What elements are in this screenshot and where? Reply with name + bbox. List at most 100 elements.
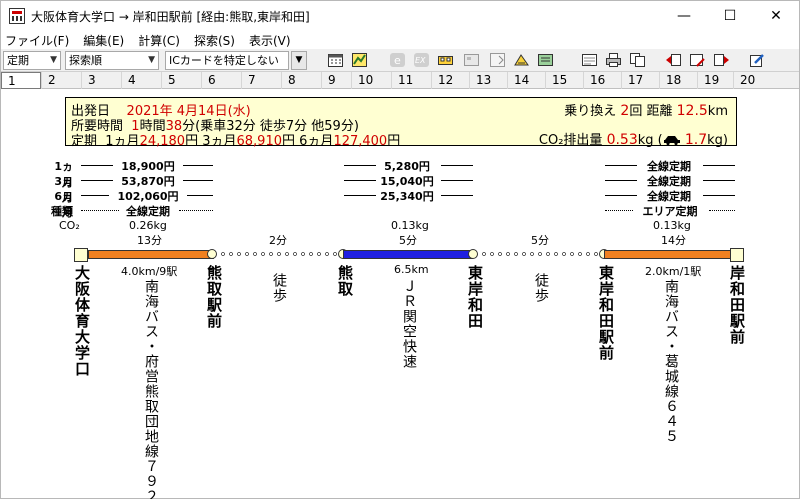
fare-dash: [605, 210, 633, 211]
fare-label-kind: 種類: [51, 205, 73, 218]
train-icon[interactable]: [437, 52, 454, 68]
ruler-cell[interactable]: 6: [201, 72, 241, 89]
ruler-cell[interactable]: 14: [507, 72, 545, 89]
close-button[interactable]: ✕: [753, 1, 799, 31]
ruler-cell[interactable]: 5: [161, 72, 201, 89]
ruler-cell[interactable]: 10: [351, 72, 391, 89]
ruler-cell[interactable]: 12: [431, 72, 469, 89]
station-origin[interactable]: 大阪体育大学口: [72, 265, 93, 377]
sort-value: 探索順: [69, 54, 102, 67]
menu-calc[interactable]: 計算(C): [138, 32, 180, 49]
map-icon[interactable]: [513, 52, 530, 68]
ruler-cell[interactable]: 9: [321, 72, 351, 89]
seg2-time: 5分: [399, 234, 417, 247]
fare-dash: [709, 210, 735, 211]
ruler-cell[interactable]: 16: [583, 72, 621, 89]
ic-card-icon[interactable]: [463, 52, 480, 68]
minimize-button[interactable]: —: [661, 1, 707, 31]
ruler-cell[interactable]: 7: [241, 72, 281, 89]
ruler-cell[interactable]: 19: [697, 72, 733, 89]
ic-card-dropdown-button[interactable]: ▼: [291, 51, 307, 70]
copy-icon[interactable]: [629, 52, 646, 68]
fare-dash: [183, 165, 213, 166]
ruler-cell[interactable]: 4: [121, 72, 161, 89]
back-icon[interactable]: [665, 52, 682, 68]
menu-view[interactable]: 表示(V): [249, 32, 291, 49]
walk2-time: 5分: [531, 234, 549, 247]
seg1-fare-1m: 18,900円: [121, 160, 175, 173]
ruler-cell-1[interactable]: 1: [1, 72, 41, 89]
rail-segment-bar: [343, 250, 473, 259]
fare-dash: [81, 210, 119, 211]
menu-file[interactable]: ファイル(F): [5, 32, 69, 49]
station-higashi-kishiwada-ekimae[interactable]: 東岸和田駅前: [596, 265, 617, 361]
fare-dash: [344, 180, 376, 181]
note-icon[interactable]: [537, 52, 554, 68]
ruler-cell[interactable]: 2: [41, 72, 81, 89]
ruler-cell[interactable]: 20: [733, 72, 799, 89]
maximize-button[interactable]: ☐: [707, 1, 753, 31]
line-bus-1[interactable]: 南海バス・府営熊取団地線７９２: [141, 279, 161, 499]
ic-card-select[interactable]: ICカードを特定しない: [165, 51, 289, 70]
ruler-cell[interactable]: 11: [391, 72, 431, 89]
seg2-fare-3m: 15,040円: [380, 175, 434, 188]
destination-stop-marker: [730, 248, 744, 262]
origin-stop-marker: [74, 248, 88, 262]
chevron-down-icon: ▼: [148, 55, 155, 65]
fare-dash: [344, 195, 376, 196]
walk-path: [480, 251, 600, 257]
distance-value: 12.5: [676, 103, 708, 119]
title-bar: 大阪体育大学口 → 岸和田駅前 [経由:熊取,東岸和田] — ☐ ✕: [1, 1, 799, 31]
menu-edit[interactable]: 編集(E): [83, 32, 124, 49]
settings-icon[interactable]: [749, 52, 766, 68]
sort-select[interactable]: 探索順 ▼: [65, 51, 159, 70]
fare-dash: [441, 180, 473, 181]
calendar-edit-icon[interactable]: [689, 52, 706, 68]
line-bus-2[interactable]: 南海バス・葛城線６４５: [661, 279, 681, 444]
fare-dash: [81, 180, 113, 181]
ex-icon[interactable]: EX: [413, 52, 430, 68]
station-kumatori-ekimae[interactable]: 熊取駅前: [204, 265, 225, 329]
station-higashi-kishiwada[interactable]: 東岸和田: [465, 265, 486, 329]
seg1-fare-6m: 102,060円: [117, 190, 179, 203]
fare-dash: [81, 195, 109, 196]
co2-unit: kg: [637, 133, 654, 148]
seg3-info: 2.0km/1駅: [645, 265, 702, 278]
ruler-cell[interactable]: 17: [621, 72, 659, 89]
ruler-cell[interactable]: 13: [469, 72, 507, 89]
memo-icon[interactable]: [581, 52, 598, 68]
fare-type-value: 定期: [7, 54, 29, 67]
fare-icon[interactable]: [489, 52, 506, 68]
fare-dash: [179, 210, 213, 211]
print-icon[interactable]: [605, 52, 622, 68]
e-icon[interactable]: e: [389, 52, 406, 68]
app-calendar-icon: [9, 8, 25, 24]
fare-dash: [605, 180, 637, 181]
calendar-icon[interactable]: [327, 52, 344, 68]
seg3-fare-1m: 全線定期: [647, 160, 691, 173]
ruler-cell[interactable]: 18: [659, 72, 697, 89]
forward-icon[interactable]: [713, 52, 730, 68]
menu-bar: ファイル(F) 編集(E) 計算(C) 探索(S) 表示(V): [1, 31, 799, 49]
chart-icon[interactable]: [351, 52, 368, 68]
ruler-cell[interactable]: 3: [81, 72, 121, 89]
seg1-time: 13分: [137, 234, 162, 247]
distance-unit: km: [707, 104, 728, 119]
menu-search[interactable]: 探索(S): [194, 32, 235, 49]
seg1-kind: 全線定期: [126, 205, 170, 218]
bus-segment-bar: [88, 250, 214, 259]
seg3-fare-3m: 全線定期: [647, 175, 691, 188]
line-jr[interactable]: ＪＲ関空快速: [399, 279, 419, 369]
station-kumatori[interactable]: 熊取: [335, 265, 356, 297]
toolbar: 定期 ▼ 探索順 ▼ ICカードを特定しない ▼ e EX: [1, 49, 799, 71]
station-destination[interactable]: 岸和田駅前: [727, 265, 748, 345]
ruler-cell[interactable]: 8: [281, 72, 321, 89]
stop-marker: [207, 249, 217, 259]
co2-value: 0.53: [606, 132, 638, 148]
pass-3m: 68,910: [236, 134, 283, 149]
seg3-fare-6m: 全線定期: [647, 190, 691, 203]
fare-dash: [344, 165, 376, 166]
fare-dash: [605, 165, 637, 166]
fare-type-select[interactable]: 定期 ▼: [3, 51, 61, 70]
ruler-cell[interactable]: 15: [545, 72, 583, 89]
